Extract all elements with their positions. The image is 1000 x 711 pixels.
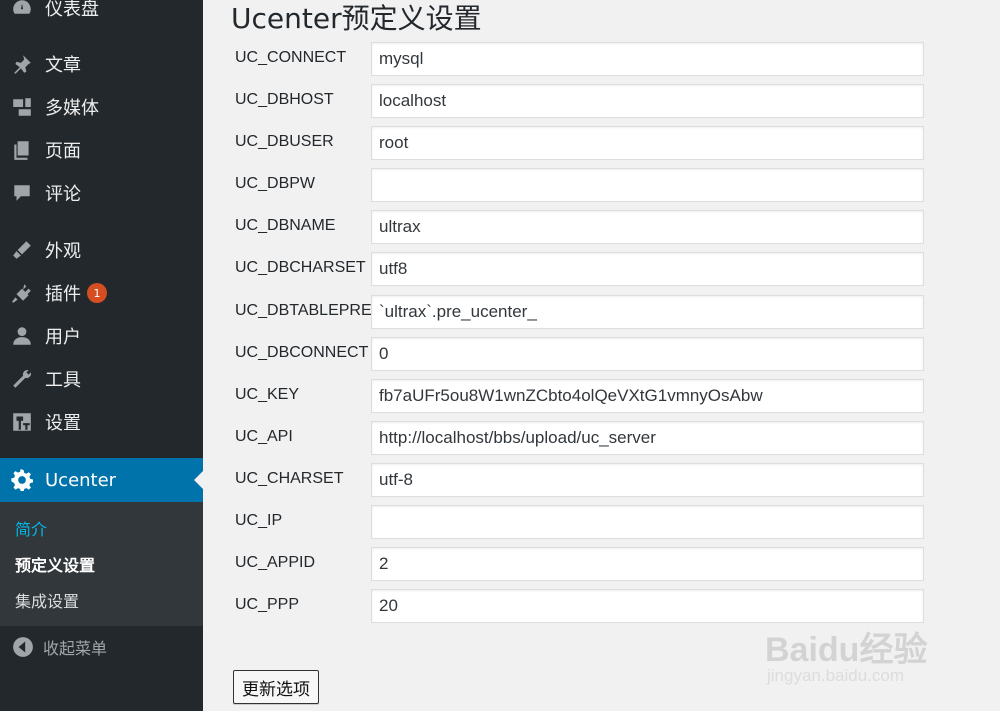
dashboard-icon [11,0,33,19]
field-input-uc-dbtablepre[interactable] [371,295,924,329]
gear-icon [11,469,33,491]
comment-icon [11,182,33,204]
field-label: UC_CONNECT [235,49,347,66]
field-label: UC_DBHOST [235,91,334,108]
field-label: UC_DBCHARSET [235,259,366,276]
plugin-icon [11,282,33,304]
field-label: UC_DBUSER [235,133,334,150]
field-label: UC_PPP [235,596,300,613]
menu-label: 设置 [45,413,81,434]
menu-item-pages[interactable]: 页面 [0,130,203,170]
menu-item-plugins[interactable]: 插件 1 [0,273,203,313]
menu-label: 多媒体 [45,98,99,119]
field-label: UC_DBCONNECT [235,344,369,361]
appearance-icon [11,239,33,261]
menu-label: 外观 [45,241,81,262]
collapse-arrow-icon [12,636,34,658]
field-label: UC_DBNAME [235,217,336,234]
field-label: UC_DBTABLEPRE [235,302,372,319]
media-icon [11,96,33,118]
menu-label: 插件 [45,284,81,305]
menu-item-ucenter[interactable]: Ucenter [0,458,203,502]
menu-item-appearance[interactable]: 外观 [0,230,203,270]
menu-item-media[interactable]: 多媒体 [0,87,203,127]
field-input-uc-charset[interactable] [371,463,924,497]
field-label: UC_IP [235,512,283,529]
field-label: UC_API [235,428,293,445]
settings-icon [11,411,33,433]
menu-item-users[interactable]: 用户 [0,316,203,356]
page-title: Ucenter预定义设置 [231,2,482,35]
ucenter-submenu: 简介 预定义设置 集成设置 [0,502,203,626]
menu-label: 工具 [45,370,81,391]
wrench-icon [11,368,33,390]
pages-icon [11,139,33,161]
menu-label: 页面 [45,141,81,162]
admin-sidebar: 仪表盘 文章 多媒体 页面 评论 外观 插件 1 用户 工具 设置 Ucente… [0,0,203,711]
field-input-uc-dbconnect[interactable] [371,337,924,371]
field-input-uc-ip[interactable] [371,505,924,539]
menu-label: Ucenter [45,469,117,491]
menu-label: 仪表盘 [45,0,99,20]
baidu-jingyan-watermark: Baidu经验 jingyan.baidu.com [765,604,955,694]
menu-label: 评论 [45,184,81,205]
watermark-site: jingyan.baidu.com [767,666,905,685]
field-label: UC_KEY [235,386,300,403]
field-input-uc-appid[interactable] [371,547,924,581]
field-input-uc-dbhost[interactable] [371,84,924,118]
field-input-uc-key[interactable] [371,379,924,413]
menu-item-comments[interactable]: 评论 [0,173,203,213]
submenu-item-predefined-settings[interactable]: 预定义设置 [15,552,95,576]
update-count-badge: 1 [87,283,107,303]
field-input-uc-dbcharset[interactable] [371,252,924,286]
menu-item-tools[interactable]: 工具 [0,359,203,399]
update-options-button[interactable]: 更新选项 [233,670,319,704]
collapse-label: 收起菜单 [43,639,108,658]
menu-item-settings[interactable]: 设置 [0,402,203,442]
user-icon [11,325,33,347]
field-label: UC_APPID [235,554,316,571]
menu-label: 文章 [45,55,81,76]
field-input-uc-connect[interactable] [371,42,924,76]
menu-label: 用户 [45,327,81,348]
field-input-uc-dbpw[interactable] [371,168,924,202]
field-label: UC_DBPW [235,175,316,192]
field-input-uc-dbuser[interactable] [371,126,924,160]
pin-icon [11,53,33,75]
submenu-item-intro[interactable]: 简介 [15,516,47,540]
field-label: UC_CHARSET [235,470,344,487]
field-input-uc-api[interactable] [371,421,924,455]
menu-item-dashboard[interactable]: 仪表盘 [0,0,203,28]
menu-item-posts[interactable]: 文章 [0,44,203,84]
current-menu-arrow [194,471,203,489]
collapse-menu-button[interactable]: 收起菜单 [0,628,203,666]
submenu-item-integration-settings[interactable]: 集成设置 [15,588,79,612]
field-input-uc-dbname[interactable] [371,210,924,244]
watermark-logo: Baidu经验 [765,631,928,669]
